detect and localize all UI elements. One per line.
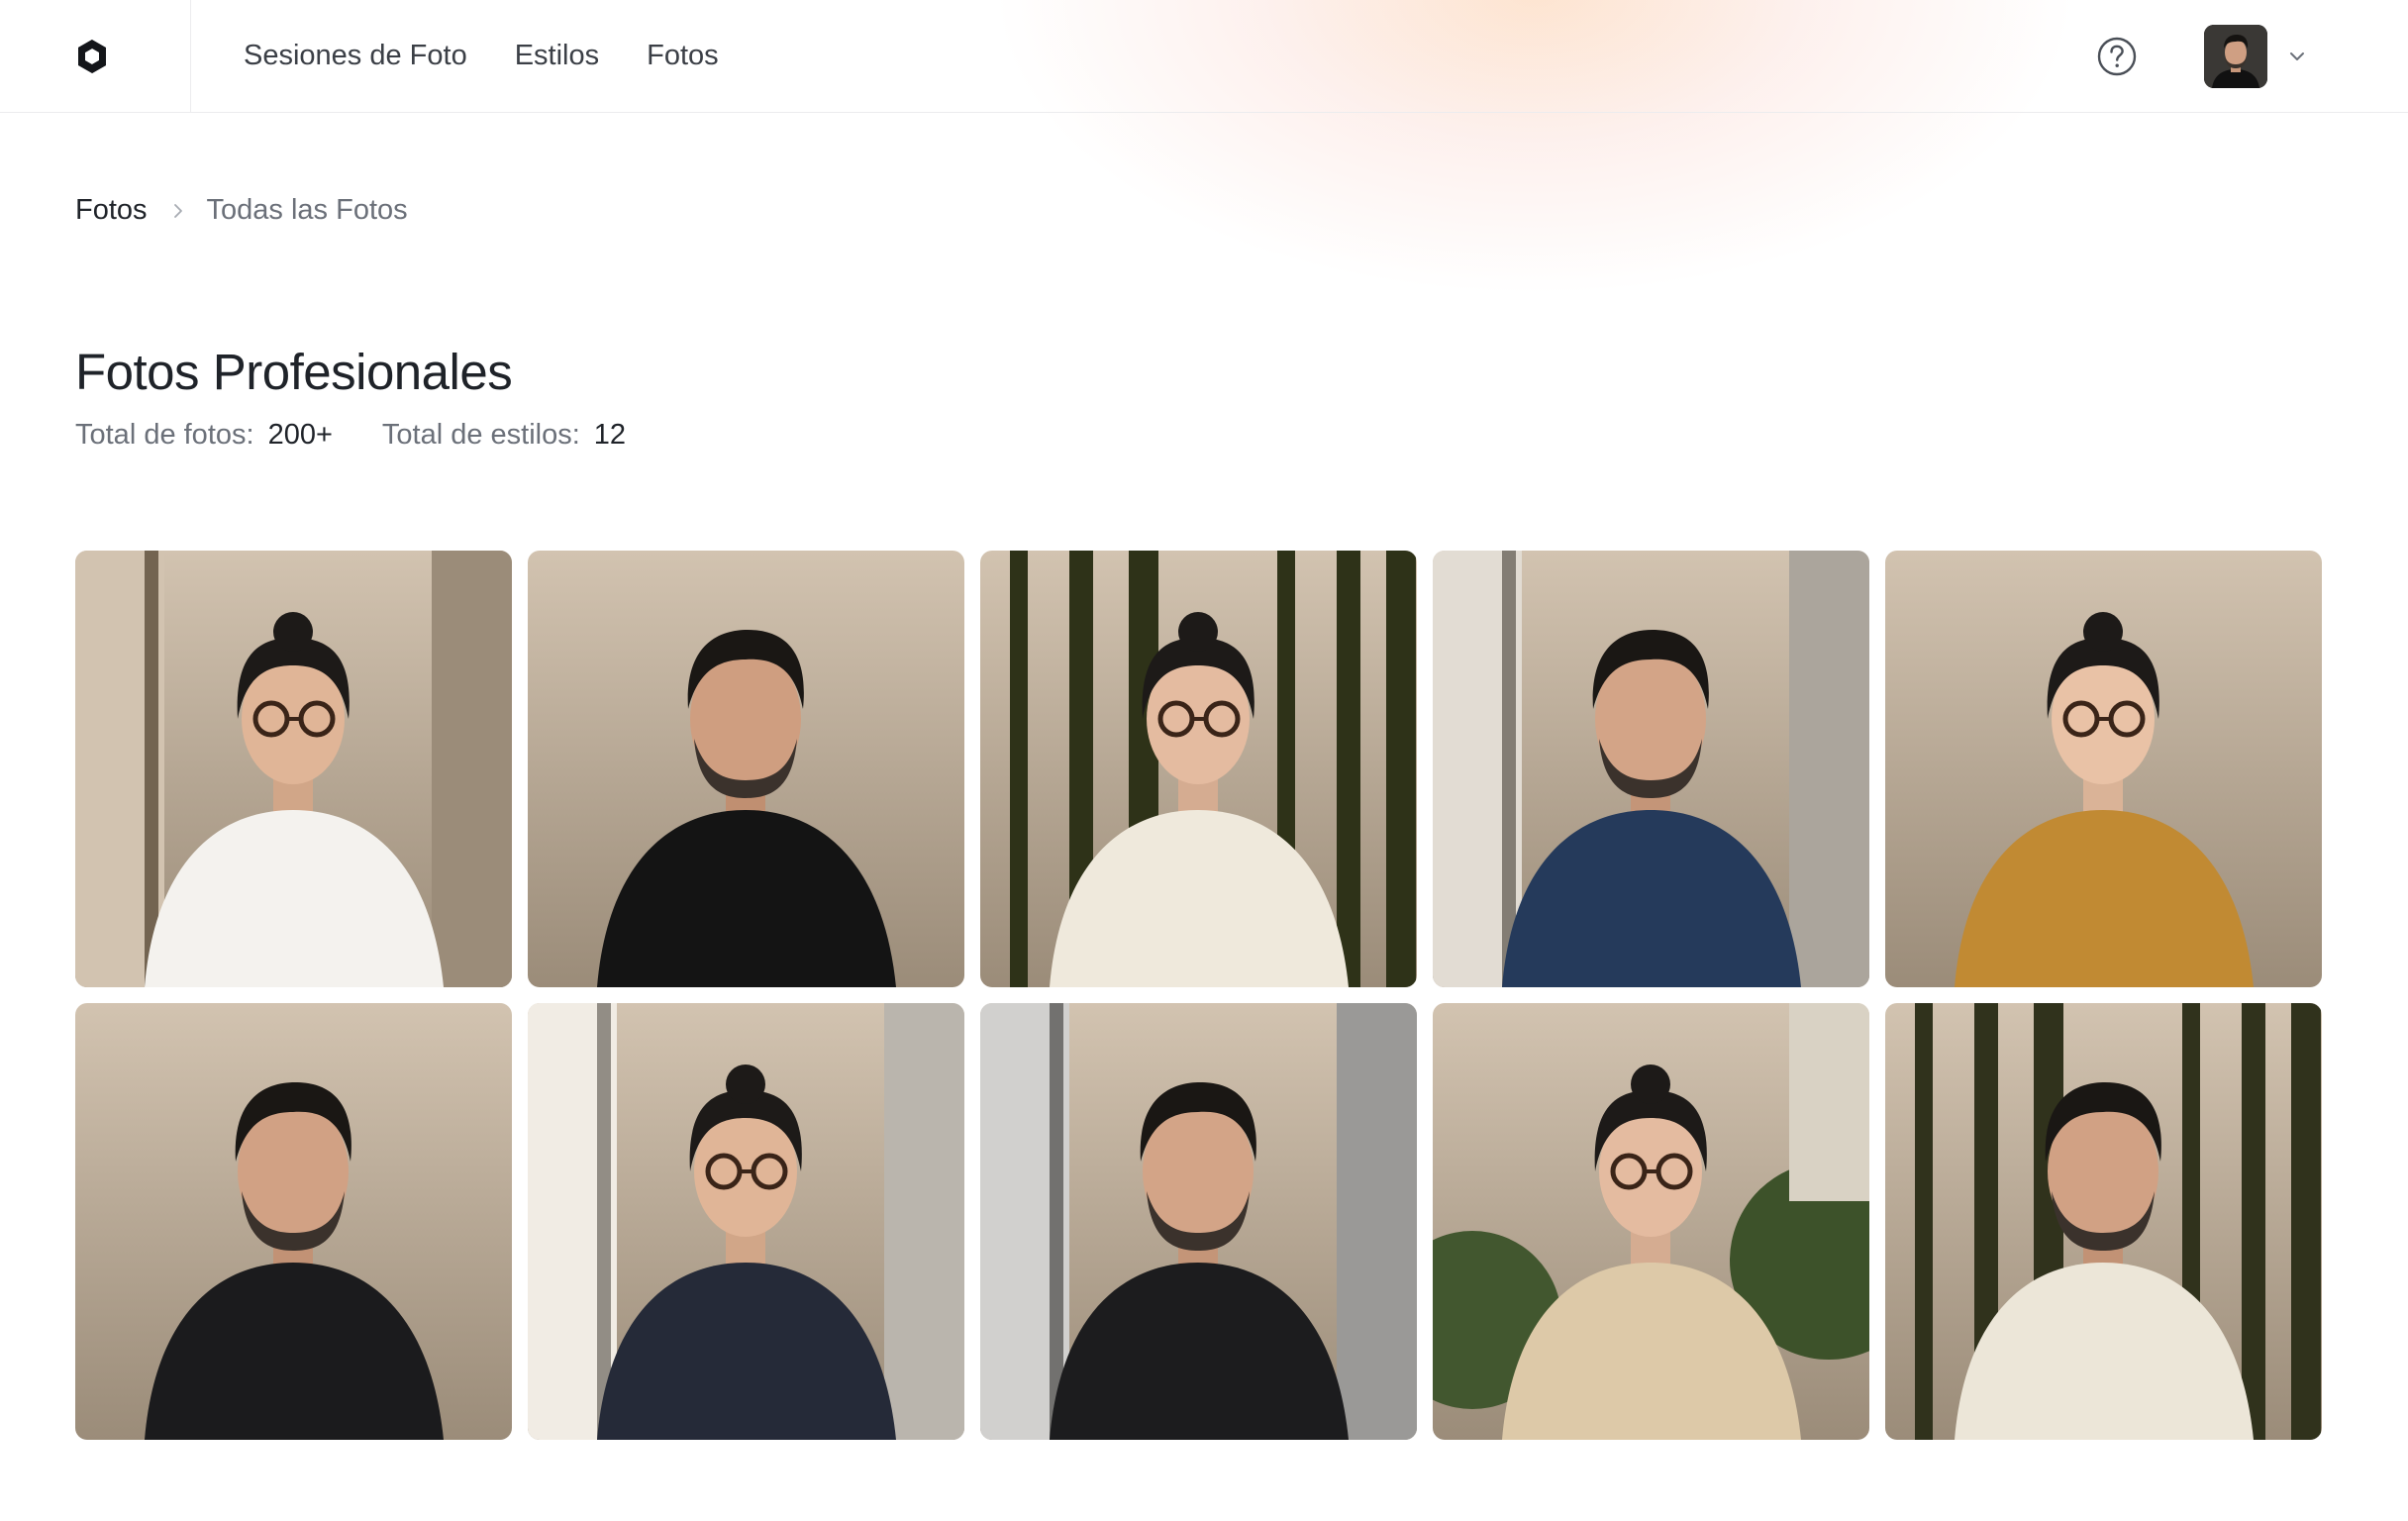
photo-thumbnail[interactable]	[75, 551, 512, 987]
stats-spacer	[333, 419, 382, 452]
photo-grid	[75, 551, 2322, 1440]
photo-thumbnail[interactable]	[980, 551, 1417, 987]
photos-count-value: 200+	[267, 419, 333, 451]
logo-container	[0, 0, 191, 112]
breadcrumb: Fotos Todas las Fotos	[75, 194, 408, 227]
photo-thumbnail[interactable]	[980, 1003, 1417, 1440]
page-title: Fotos Profesionales	[75, 344, 513, 400]
styles-count-label: Total de estilos:	[381, 419, 580, 451]
chevron-down-icon[interactable]	[2287, 47, 2307, 66]
photo-thumbnail[interactable]	[528, 1003, 964, 1440]
photo-thumbnail[interactable]	[528, 551, 964, 987]
top-navbar: Sesiones de Foto Estilos Fotos	[0, 0, 2408, 113]
user-avatar[interactable]	[2204, 25, 2267, 88]
styles-count-value: 12	[593, 419, 627, 451]
breadcrumb-root-link[interactable]: Fotos	[75, 194, 148, 227]
nav-link-estilos[interactable]: Estilos	[515, 40, 599, 72]
photo-thumbnail[interactable]	[1885, 1003, 2322, 1440]
breadcrumb-current: Todas las Fotos	[206, 194, 408, 226]
photo-thumbnail[interactable]	[75, 1003, 512, 1440]
photo-thumbnail[interactable]	[1433, 551, 1869, 987]
nav-link-sesiones[interactable]: Sesiones de Foto	[244, 40, 467, 72]
photo-thumbnail[interactable]	[1433, 1003, 1869, 1440]
photo-thumbnail[interactable]	[1885, 551, 2322, 987]
stats-row: Total de fotos: 200+ Total de estilos: 1…	[75, 419, 626, 452]
main-nav: Sesiones de Foto Estilos Fotos	[244, 0, 719, 112]
logo-icon[interactable]	[75, 38, 109, 75]
nav-link-fotos[interactable]: Fotos	[647, 40, 719, 72]
help-circle-icon[interactable]	[2097, 37, 2137, 76]
user-menu-button[interactable]	[2204, 25, 2307, 88]
chevron-right-icon	[173, 203, 182, 218]
photos-count-label: Total de fotos:	[75, 419, 254, 451]
